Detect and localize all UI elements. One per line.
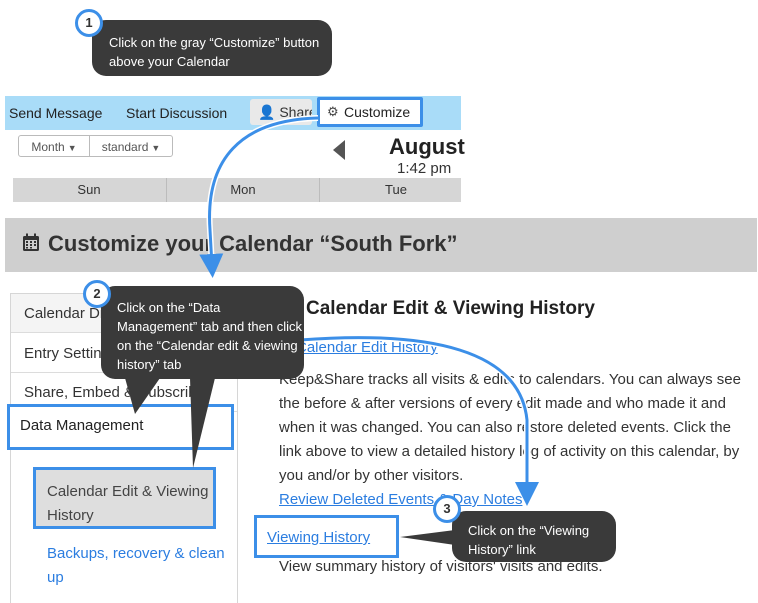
- style-select-value: standard: [101, 140, 149, 154]
- callout-tail: [400, 530, 455, 545]
- sidebar-item-data-management[interactable]: Data Management: [7, 404, 234, 450]
- share-label: Share: [279, 104, 312, 120]
- sidebar-subitem-backups[interactable]: Backups, recovery & clean up: [47, 542, 227, 590]
- style-select[interactable]: standard ▼: [89, 135, 173, 157]
- sidebar-subitem-edit-viewing-history[interactable]: Calendar Edit & Viewing History: [33, 467, 216, 529]
- calendar-toolbar: Send Message Start Discussion 👤 Share ⚙ …: [5, 96, 461, 130]
- weekday-label: Tue: [385, 182, 407, 197]
- banner-title-text: Customize your Calendar “South Fork”: [48, 231, 458, 256]
- step-badge-2: 2: [83, 280, 111, 308]
- section-title: Calendar Edit & Viewing History: [306, 298, 595, 319]
- calendar-icon: [23, 233, 39, 251]
- caret-down-icon: ▼: [151, 143, 161, 153]
- review-deleted-events-link[interactable]: Review Deleted Events & Day Notes: [279, 491, 522, 508]
- weekday-label: Sun: [77, 182, 101, 197]
- send-message-button[interactable]: Send Message: [9, 105, 102, 121]
- share-button[interactable]: 👤 Share: [250, 99, 312, 125]
- view-select[interactable]: Month ▼: [18, 135, 90, 157]
- prev-month-icon[interactable]: [333, 140, 345, 160]
- month-title: August: [389, 134, 465, 159]
- step-badge-3: 3: [433, 495, 461, 523]
- calendar-edit-history-link[interactable]: Calendar Edit History: [296, 339, 438, 356]
- weekday-label: Mon: [230, 182, 256, 197]
- gear-icon: ⚙: [327, 104, 339, 119]
- callout-step-3: Click on the “Viewing History” link: [452, 511, 616, 562]
- calendar-header: Month ▼ standard ▼ August 1:42 pm: [13, 130, 465, 178]
- section-description: Keep&Share tracks all visits & edits to …: [279, 371, 741, 484]
- page-title: Customize your Calendar “South Fork”: [22, 231, 458, 257]
- customize-button[interactable]: ⚙ Customize: [317, 97, 423, 127]
- weekday-header: Sun Mon Tue: [13, 178, 461, 202]
- view-select-value: Month: [31, 140, 65, 154]
- viewing-history-link[interactable]: Viewing History: [267, 529, 370, 546]
- caret-down-icon: ▼: [67, 143, 77, 153]
- person-icon: 👤: [258, 104, 276, 120]
- current-time: 1:42 pm: [397, 160, 452, 177]
- customize-label: Customize: [344, 104, 411, 120]
- customize-banner: Customize your Calendar “South Fork”: [5, 218, 757, 272]
- start-discussion-button[interactable]: Start Discussion: [126, 105, 227, 121]
- callout-step-1: Click on the gray “Customize” button abo…: [92, 20, 332, 76]
- step-badge-1: 1: [75, 9, 103, 37]
- callout-step-2: Click on the “Data Management” tab and t…: [101, 286, 304, 379]
